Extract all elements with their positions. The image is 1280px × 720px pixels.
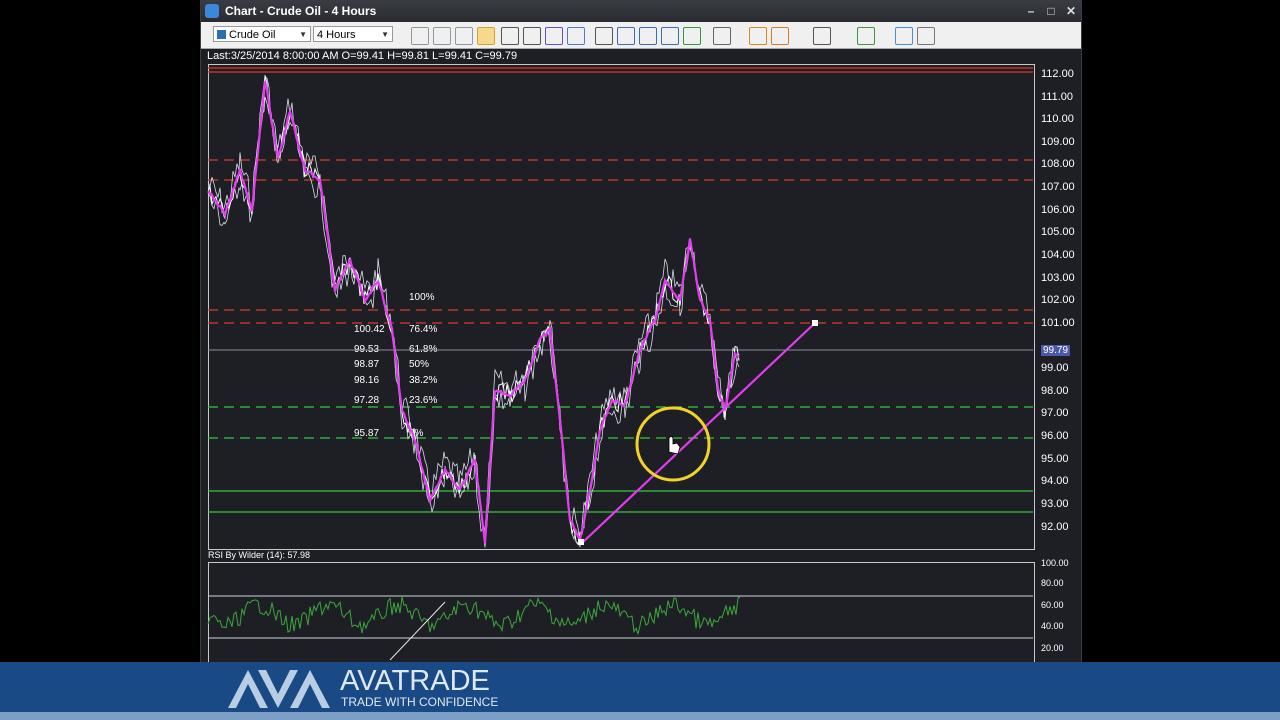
trend-handle	[578, 539, 584, 545]
brand-name: AVATRADE	[340, 665, 490, 697]
rsi-line	[207, 596, 741, 636]
trend-line	[581, 322, 816, 544]
hand-cursor-icon	[668, 436, 681, 455]
brand-tagline: TRADE WITH CONFIDENCE	[341, 695, 499, 709]
footer-strip	[0, 712, 1280, 720]
chart-drawing	[207, 67, 1033, 661]
moving-average-line	[207, 81, 740, 544]
bollinger-upper-line	[207, 76, 740, 546]
rsi-trend-line	[389, 601, 446, 661]
bollinger-lower-line	[207, 96, 740, 548]
avatrade-logo-icon	[228, 670, 330, 708]
trend-handle	[812, 320, 818, 326]
